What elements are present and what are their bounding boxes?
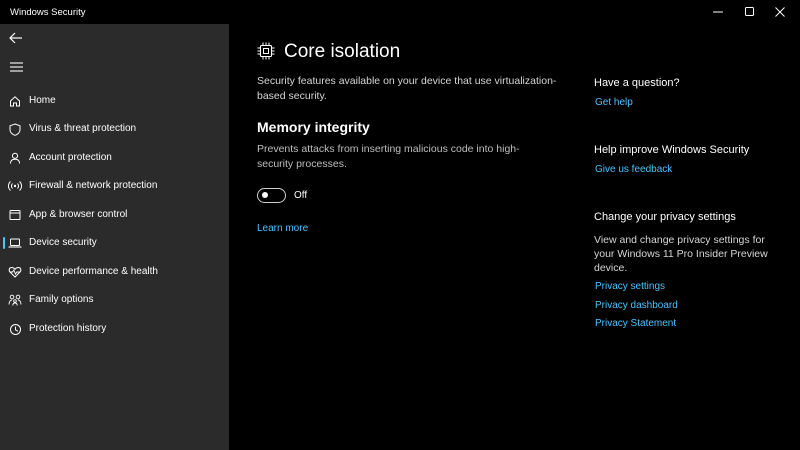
memory-integrity-description: Prevents attacks from inserting maliciou… <box>257 143 520 170</box>
history-icon <box>8 322 22 336</box>
give-feedback-link[interactable]: Give us feedback <box>595 164 672 175</box>
sidebar-item-protection-history[interactable]: Protection history <box>0 316 229 342</box>
hamburger-icon <box>9 62 23 72</box>
sidebar-item-label: App & browser control <box>29 209 128 220</box>
sidebar-item-label: Virus & threat protection <box>29 123 137 134</box>
have-a-question-heading: Have a question? <box>594 77 680 89</box>
sidebar-item-label: Account protection <box>29 152 112 163</box>
active-indicator <box>3 237 5 249</box>
sidebar-item-label: Family options <box>29 294 94 305</box>
sidebar-item-label: Firewall & network protection <box>29 180 158 191</box>
privacy-statement-link[interactable]: Privacy Statement <box>595 318 676 329</box>
sidebar-item-label: Device security <box>29 237 97 248</box>
sidebar-item-virus-threat-protection[interactable]: Virus & threat protection <box>0 116 229 142</box>
sidebar-item-label: Protection history <box>29 323 107 334</box>
maximize-icon <box>745 7 754 16</box>
title-bar: Windows Security <box>0 0 800 24</box>
back-button[interactable] <box>6 30 26 46</box>
toggle-knob <box>262 192 268 199</box>
sidebar-item-firewall-network-protection[interactable]: Firewall & network protection <box>0 173 229 199</box>
memory-integrity-title: Memory integrity <box>257 119 370 135</box>
wifi-antenna-icon <box>8 179 22 193</box>
close-icon <box>775 7 785 17</box>
learn-more-link[interactable]: Learn more <box>257 223 308 234</box>
sidebar-item-app-browser-control[interactable]: App & browser control <box>0 202 229 228</box>
get-help-link[interactable]: Get help <box>595 97 633 108</box>
shield-icon <box>8 122 22 136</box>
help-sidebar: Have a question? Get help Help improve W… <box>594 24 794 450</box>
sidebar-item-account-protection[interactable]: Account protection <box>0 145 229 171</box>
privacy-dashboard-link[interactable]: Privacy dashboard <box>595 300 678 311</box>
minimize-icon <box>713 11 723 13</box>
help-improve-heading: Help improve Windows Security <box>594 144 750 156</box>
main-content: Core isolation Security features availab… <box>229 24 800 450</box>
core-isolation-chip-icon <box>257 42 275 60</box>
family-icon <box>8 293 22 307</box>
sidebar-item-home[interactable]: Home <box>0 88 229 114</box>
window-title: Windows Security <box>10 7 86 18</box>
app-window-icon <box>8 208 22 222</box>
privacy-description: View and change privacy settings for you… <box>594 234 768 274</box>
privacy-settings-link[interactable]: Privacy settings <box>595 281 665 292</box>
sidebar: Home Virus & threat protection Account p… <box>0 24 229 450</box>
memory-integrity-toggle[interactable] <box>257 188 286 203</box>
sidebar-item-device-security[interactable]: Device security <box>0 230 229 256</box>
home-icon <box>8 94 22 108</box>
back-arrow-icon <box>9 32 22 44</box>
page-title: Core isolation <box>284 41 401 62</box>
sidebar-item-family-options[interactable]: Family options <box>0 287 229 313</box>
person-icon <box>8 151 22 165</box>
privacy-settings-heading: Change your privacy settings <box>594 211 736 223</box>
laptop-icon <box>8 236 22 250</box>
hamburger-menu-button[interactable] <box>6 59 26 75</box>
toggle-state-label: Off <box>294 190 308 201</box>
heart-pulse-icon <box>8 265 22 279</box>
sidebar-item-label: Device performance & health <box>29 266 158 277</box>
sidebar-item-label: Home <box>29 95 56 106</box>
close-button[interactable] <box>758 0 800 24</box>
sidebar-item-device-performance-health[interactable]: Device performance & health <box>0 259 229 285</box>
page-description: Security features available on your devi… <box>257 75 557 102</box>
